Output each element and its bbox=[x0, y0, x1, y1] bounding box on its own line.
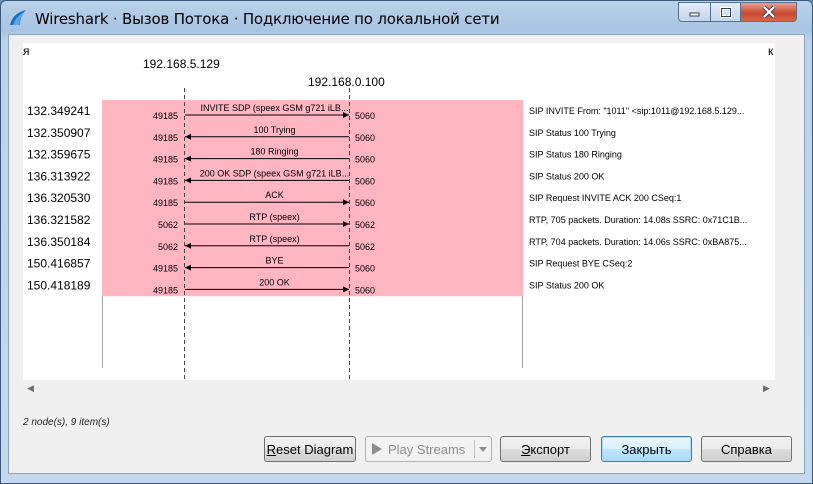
row-message-label: INVITE SDP (speex GSM g721 iLB... bbox=[201, 103, 349, 113]
app-window: Wireshark · Вызов Потока · Подключение п… bbox=[0, 0, 813, 484]
host-label-right: 192.168.0.100 bbox=[308, 75, 385, 89]
chevron-down-icon[interactable] bbox=[479, 447, 487, 452]
minimize-button[interactable] bbox=[678, 2, 711, 22]
row-comment: SIP Status 100 Trying bbox=[529, 128, 616, 138]
row-src-port: 49185 bbox=[153, 198, 178, 208]
row-message-label: RTP (speex) bbox=[249, 212, 299, 222]
row-src-port: 49185 bbox=[153, 133, 178, 143]
row-dst-port: 5060 bbox=[355, 285, 375, 295]
row-message-label: 200 OK bbox=[259, 277, 290, 287]
flow-diagram-canvas[interactable]: я к 192.168.5.129 192.168.0.100 132.349241… bbox=[23, 43, 775, 380]
row-dst-port: 5060 bbox=[355, 111, 375, 121]
help-button[interactable]: Справка bbox=[701, 436, 792, 462]
row-dst-port: 5062 bbox=[355, 220, 375, 230]
help-label: Справка bbox=[721, 441, 772, 457]
export-label: кспорт bbox=[530, 441, 570, 457]
row-src-port: 5062 bbox=[158, 220, 178, 230]
row-time: 136.320530 bbox=[27, 191, 91, 205]
close-label: Закрыть bbox=[621, 441, 672, 457]
close-x-icon bbox=[762, 6, 775, 18]
row-src-port: 49185 bbox=[153, 264, 178, 274]
row-dst-port: 5062 bbox=[355, 242, 375, 252]
row-src-port: 5062 bbox=[158, 242, 178, 252]
host-label-left: 192.168.5.129 bbox=[143, 57, 220, 71]
play-streams-label: Play Streams bbox=[388, 441, 466, 457]
flow-diagram[interactable]: я к 192.168.5.129 192.168.0.100 132.349241… bbox=[23, 43, 775, 380]
row-comment: RTP, 705 packets. Duration: 14.08s SSRC:… bbox=[529, 215, 747, 225]
row-message-label: RTP (speex) bbox=[249, 234, 299, 244]
row-src-port: 49185 bbox=[153, 285, 178, 295]
title-bar[interactable]: Wireshark · Вызов Потока · Подключение п… bbox=[1, 1, 812, 35]
row-time: 136.350184 bbox=[27, 235, 91, 249]
maximize-button[interactable] bbox=[710, 2, 741, 22]
close-window-button[interactable] bbox=[740, 2, 797, 22]
row-src-port: 49185 bbox=[153, 176, 178, 186]
export-mnemonic: Э bbox=[521, 441, 531, 457]
play-streams-button[interactable]: Play Streams bbox=[365, 436, 492, 462]
row-dst-port: 5060 bbox=[355, 155, 375, 165]
row-time: 132.349241 bbox=[27, 104, 91, 118]
row-time: 136.313922 bbox=[27, 169, 91, 183]
scrollbar-corner bbox=[775, 380, 792, 397]
status-text: 2 node(s), 9 item(s) bbox=[23, 417, 110, 428]
diagram-edge-right-glyph: к bbox=[768, 44, 774, 58]
row-message-label: BYE bbox=[265, 256, 283, 266]
minimize-icon bbox=[689, 12, 699, 17]
reset-diagram-button[interactable]: Reset Diagram bbox=[264, 436, 356, 462]
row-comment: SIP INVITE From: "1011" <sip:1011@192.16… bbox=[529, 106, 744, 116]
row-comment: SIP Status 200 OK bbox=[529, 171, 604, 181]
row-time: 150.416857 bbox=[27, 257, 91, 271]
row-time: 136.321582 bbox=[27, 213, 91, 227]
scroll-right-arrow-icon[interactable]: ▶ bbox=[763, 383, 770, 394]
close-button[interactable]: Закрыть bbox=[601, 436, 692, 462]
row-src-port: 49185 bbox=[153, 155, 178, 165]
row-time: 132.350907 bbox=[27, 126, 91, 140]
vertical-scrollbar[interactable] bbox=[775, 43, 792, 380]
row-src-port: 49185 bbox=[153, 111, 178, 121]
row-message-label: 180 Ringing bbox=[250, 147, 298, 157]
row-message-label: 100 Trying bbox=[253, 125, 295, 135]
row-comment: RTP, 704 packets. Duration: 14.06s SSRC:… bbox=[529, 237, 747, 247]
window-title: Wireshark · Вызов Потока · Подключение п… bbox=[35, 10, 500, 28]
row-dst-port: 5060 bbox=[355, 133, 375, 143]
horizontal-scrollbar[interactable]: ◀ ▶ bbox=[23, 380, 775, 397]
row-comment: SIP Status 200 OK bbox=[529, 280, 604, 290]
play-triangle-icon bbox=[372, 443, 382, 455]
row-message-label: ACK bbox=[265, 190, 284, 200]
export-button[interactable]: Экспорт bbox=[500, 436, 591, 462]
diagram-edge-left-glyph: я bbox=[23, 44, 30, 58]
row-comment: SIP Request INVITE ACK 200 CSeq:1 bbox=[529, 193, 681, 203]
row-message-label: 200 OK SDP (speex GSM g721 iLB... bbox=[200, 168, 349, 178]
row-comment: SIP Request BYE CSeq:2 bbox=[529, 259, 632, 269]
row-dst-port: 5060 bbox=[355, 198, 375, 208]
row-comment: SIP Status 180 Ringing bbox=[529, 150, 622, 160]
reset-label: eset Diagram bbox=[276, 441, 354, 457]
row-dst-port: 5060 bbox=[355, 176, 375, 186]
row-dst-port: 5060 bbox=[355, 264, 375, 274]
reset-mnemonic: R bbox=[266, 441, 277, 457]
row-time: 150.418189 bbox=[27, 278, 91, 292]
dialog-client-area: я к 192.168.5.129 192.168.0.100 132.349241… bbox=[8, 34, 805, 474]
row-time: 132.359675 bbox=[27, 148, 91, 162]
play-dropdown-separator bbox=[474, 440, 475, 458]
maximize-icon bbox=[719, 6, 732, 18]
scroll-left-arrow-icon[interactable]: ◀ bbox=[27, 383, 34, 394]
wireshark-fin-icon bbox=[10, 10, 26, 25]
